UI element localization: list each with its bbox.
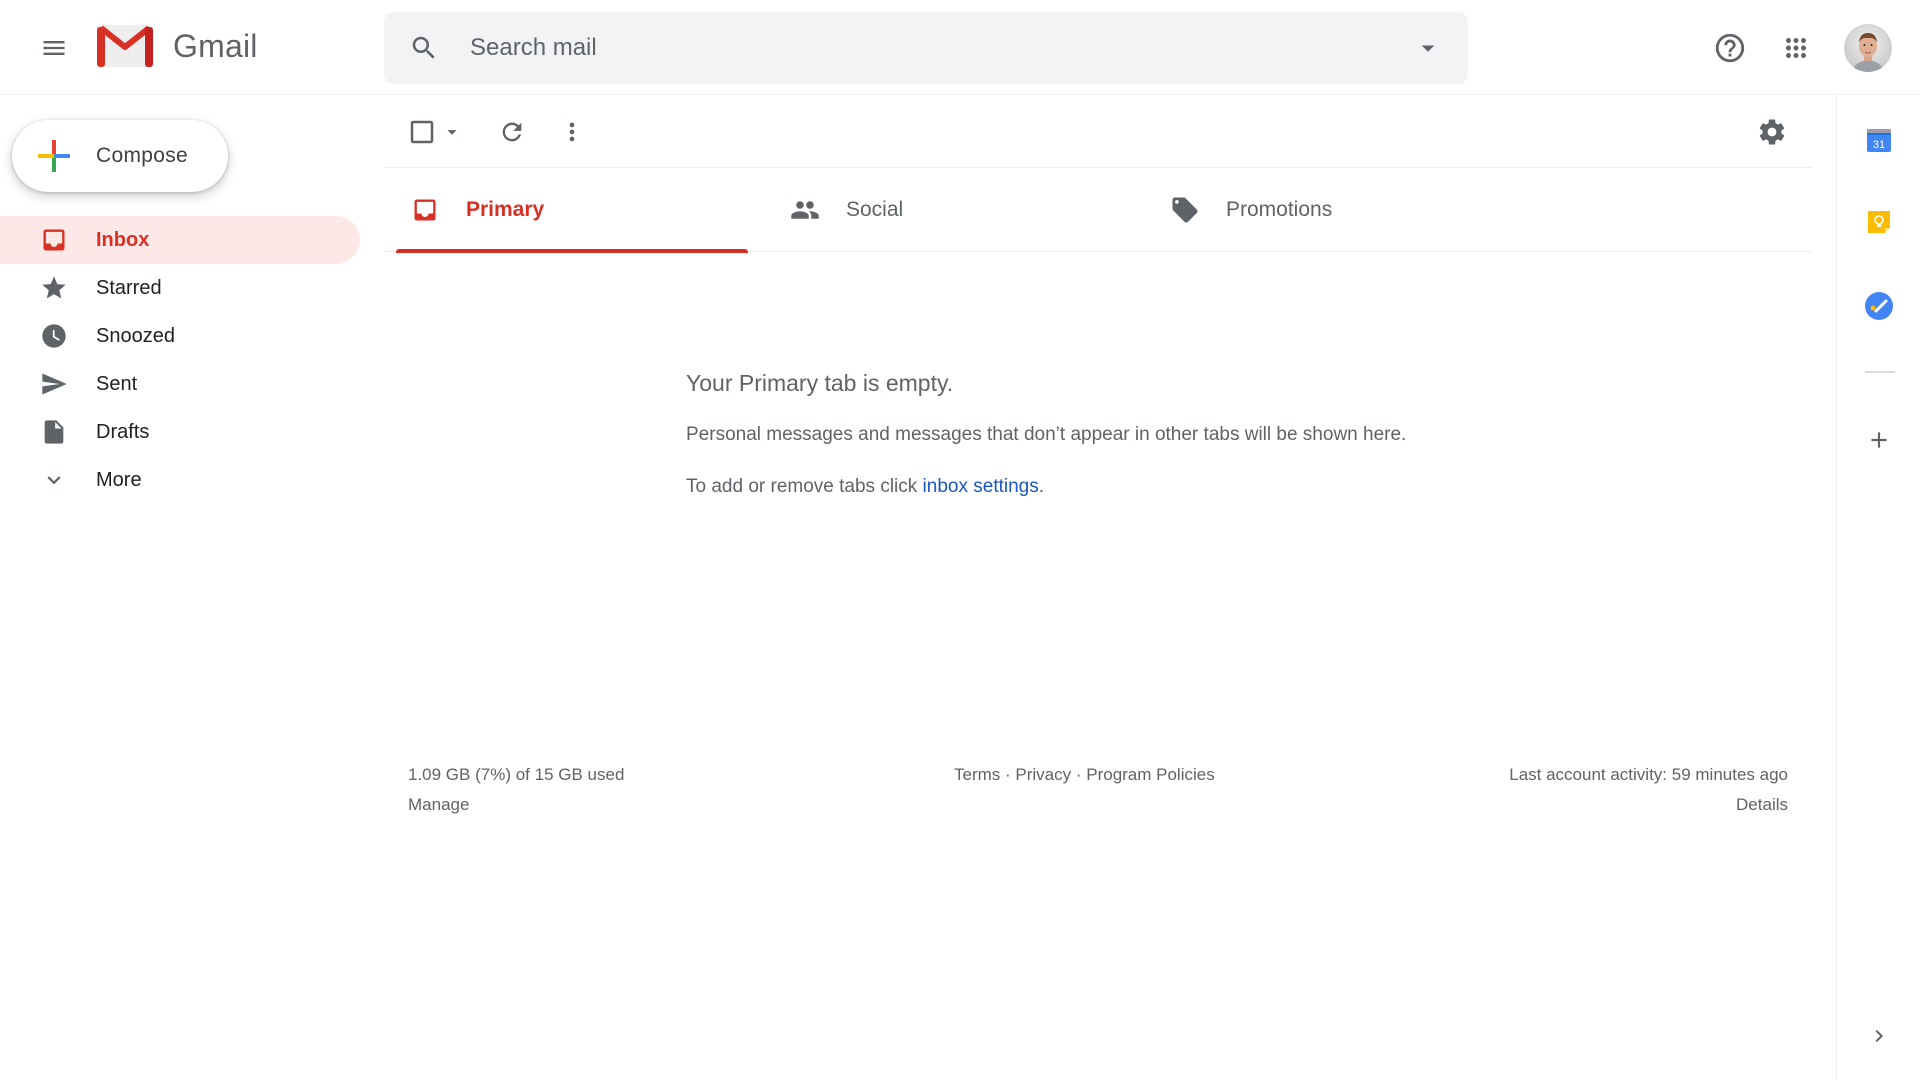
compose-button[interactable]: Compose (12, 120, 228, 192)
google-apps-button[interactable] (1772, 24, 1820, 72)
arrow-drop-down-icon (447, 130, 457, 135)
more-vert-icon (569, 122, 575, 142)
star-icon (42, 276, 66, 299)
gear-icon (1759, 119, 1785, 145)
chevron-right-icon (1875, 1030, 1883, 1042)
add-icon (1871, 432, 1887, 448)
sidebar-item-sent[interactable]: Sent (0, 360, 360, 408)
tasks-button[interactable] (1857, 284, 1901, 328)
menu-icon (43, 41, 65, 55)
gmail-logo[interactable]: Gmail (97, 25, 258, 67)
empty-state-description: Personal messages and messages that don’… (686, 424, 1407, 445)
sidebar-nav: Inbox Starred Snoozed Sent Drafts More (0, 216, 360, 504)
checkbox-icon (410, 120, 434, 144)
search-button[interactable] (406, 30, 442, 66)
account-avatar[interactable] (1844, 24, 1892, 72)
sidebar-item-label: Sent (96, 372, 138, 395)
sidebar-item-more[interactable]: More (0, 456, 360, 504)
sidebar-item-starred[interactable]: Starred (0, 264, 360, 312)
calendar-icon: 31 (1867, 129, 1891, 152)
mail-toolbar (384, 96, 1812, 168)
refresh-icon (502, 122, 522, 142)
calendar-button[interactable]: 31 (1857, 118, 1901, 162)
sidebar-item-label: Starred (96, 276, 162, 299)
active-tab-indicator (396, 249, 748, 253)
search-options-button[interactable] (1410, 30, 1446, 66)
side-panel: 31 (1836, 96, 1920, 1080)
calendar-date: 31 (1873, 139, 1885, 151)
hint-prefix: To add or remove tabs click (686, 476, 923, 497)
tab-promotions[interactable]: Promotions (1144, 168, 1524, 252)
inbox-settings-link[interactable]: inbox settings (923, 476, 1039, 497)
help-icon (1715, 33, 1745, 63)
arrow-drop-down-icon (1421, 45, 1435, 52)
settings-button[interactable] (1748, 108, 1796, 156)
top-header: Gmail (0, 0, 1920, 95)
keep-button[interactable] (1857, 200, 1901, 244)
draft-icon (44, 420, 64, 444)
get-addons-button[interactable] (1857, 418, 1901, 462)
show-side-panel-button[interactable] (1857, 1014, 1901, 1058)
terms-link[interactable]: Terms (954, 765, 1000, 784)
tab-primary[interactable]: Primary (384, 168, 764, 253)
sidebar-item-inbox[interactable]: Inbox (0, 216, 360, 264)
more-options-button[interactable] (548, 108, 596, 156)
privacy-link[interactable]: Privacy (1015, 765, 1071, 784)
empty-state-title: Your Primary tab is empty. (686, 370, 954, 396)
manage-storage-link[interactable]: Manage (408, 790, 624, 820)
refresh-button[interactable] (488, 108, 536, 156)
activity-details-link[interactable]: Details (1509, 790, 1788, 820)
search-input[interactable] (470, 24, 1370, 72)
sidebar-item-label: Inbox (96, 228, 150, 251)
tab-label: Promotions (1226, 198, 1333, 221)
tab-label: Primary (466, 198, 545, 221)
tab-label: Social (846, 198, 904, 221)
select-all-checkbox[interactable] (404, 108, 440, 156)
people-icon (791, 201, 819, 219)
compose-plus-icon (38, 140, 70, 172)
app-name: Gmail (173, 27, 258, 64)
apps-grid-icon (1786, 38, 1806, 58)
sidebar-item-label: More (96, 468, 142, 491)
search-icon (412, 36, 435, 59)
gmail-m-icon (97, 25, 153, 67)
main-menu-button[interactable] (30, 24, 78, 72)
sidebar-item-drafts[interactable]: Drafts (0, 408, 360, 456)
program-policies-link[interactable]: Program Policies (1086, 765, 1215, 784)
avatar (1844, 24, 1892, 72)
clock-icon (42, 324, 66, 348)
sidebar-item-label: Snoozed (96, 324, 175, 347)
send-icon (42, 373, 67, 395)
tasks-icon (1865, 292, 1893, 320)
last-activity: Last account activity: 59 minutes ago (1509, 765, 1788, 784)
tab-social[interactable]: Social (764, 168, 1144, 252)
keep-icon (1868, 211, 1890, 233)
inbox-icon (43, 229, 65, 251)
hint-suffix: . (1038, 476, 1045, 497)
sidebar-item-label: Drafts (96, 420, 150, 443)
chevron-down-icon (47, 476, 61, 485)
empty-state-hint: To add or remove tabs click inbox settin… (686, 476, 1406, 498)
sidebar-item-snoozed[interactable]: Snoozed (0, 312, 360, 360)
side-panel-divider (1865, 371, 1895, 373)
separator: · (1071, 765, 1087, 784)
help-button[interactable] (1706, 24, 1754, 72)
compose-label: Compose (96, 144, 188, 167)
select-menu-button[interactable] (440, 108, 464, 156)
separator: · (1000, 765, 1016, 784)
tag-icon (1172, 197, 1198, 223)
inbox-icon (414, 199, 436, 221)
category-tabs: Primary Social Promotions (384, 168, 1812, 253)
empty-state: Your Primary tab is empty. Personal mess… (686, 370, 1406, 498)
storage-usage: 1.09 GB (7%) of 15 GB used (408, 765, 625, 784)
search-bar (384, 12, 1468, 84)
